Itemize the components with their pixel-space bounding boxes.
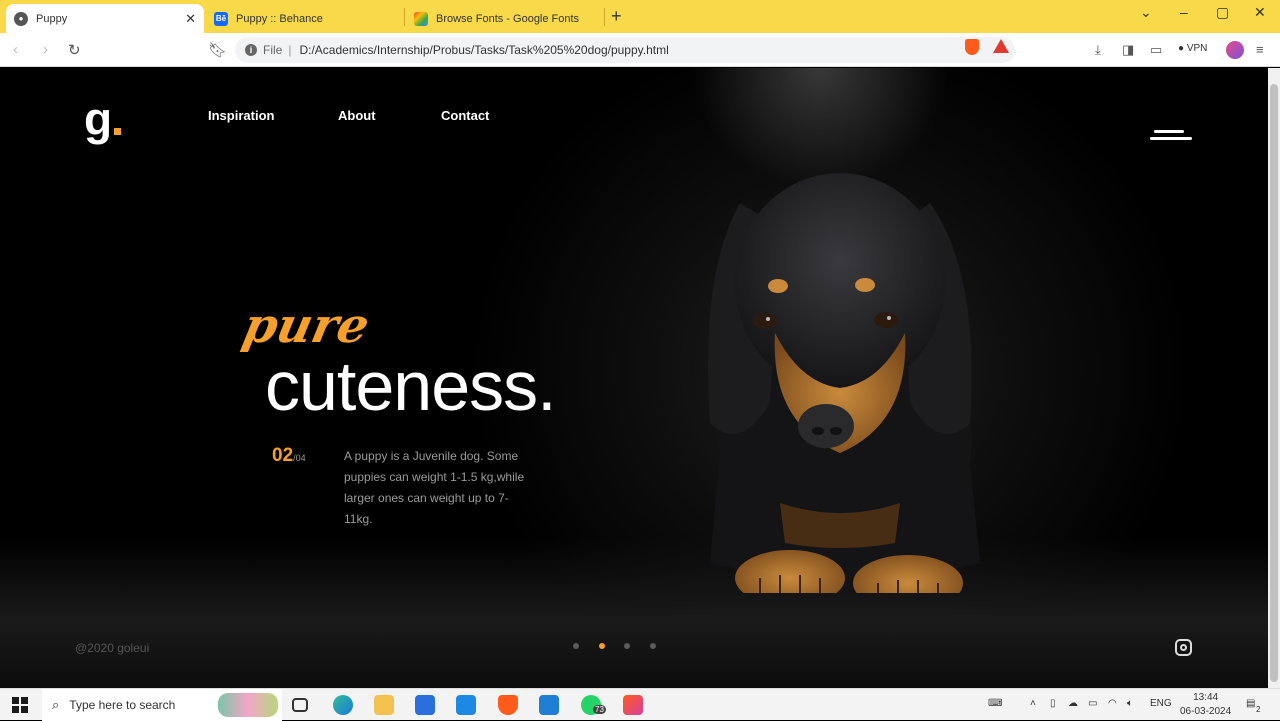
new-tab-icon[interactable]: + xyxy=(611,6,622,27)
address-bar[interactable]: i File | D:/Academics/Internship/Probus/… xyxy=(235,37,1015,63)
globe-icon: ● xyxy=(14,11,28,26)
language-indicator[interactable]: ENG xyxy=(1150,698,1172,709)
clock-date: 06-03-2024 xyxy=(1180,706,1232,717)
nav-about[interactable]: About xyxy=(338,108,376,123)
slide-current: 02 xyxy=(272,445,294,466)
url-text: D:/Academics/Internship/Probus/Tasks/Tas… xyxy=(299,43,669,57)
slide-counter: 02/04 xyxy=(272,445,306,467)
hamburger-menu-icon[interactable] xyxy=(1150,130,1192,146)
hero-kicker: pure xyxy=(238,298,375,354)
os-taskbar: ⌕ Type here to search 73 ⌨ ˄ ▯ ☁ ▭ ◠ 🔈︎ … xyxy=(0,688,1280,721)
chevron-up-icon[interactable]: ˄ xyxy=(1030,698,1036,709)
tab-google-fonts[interactable]: Browse Fonts - Google Fonts xyxy=(414,4,604,33)
clock-time: 13:44 xyxy=(1193,692,1219,703)
browser-tab-bar: ● Puppy ✕ Bē Puppy :: Behance Browse Fon… xyxy=(0,0,1280,33)
menu-icon[interactable]: ≡ xyxy=(1256,42,1264,57)
hero-title: cuteness. xyxy=(265,347,557,425)
taskbar-clock[interactable]: 13:44 06-03-2024 xyxy=(1180,691,1231,719)
device-icon[interactable]: ▯ xyxy=(1050,698,1056,709)
notification-icon[interactable]: ▤ xyxy=(1246,698,1255,709)
slider-dot[interactable] xyxy=(573,643,579,649)
maximize-icon[interactable]: ▢ xyxy=(1216,4,1229,21)
minimize-icon[interactable]: – xyxy=(1180,4,1188,20)
notification-count: 2 xyxy=(1256,705,1261,714)
holi-widget-icon[interactable] xyxy=(218,693,278,717)
sidebar-icon[interactable]: ◨ xyxy=(1122,42,1134,58)
search-placeholder: Type here to search xyxy=(69,698,176,712)
cloud-icon[interactable]: ☁ xyxy=(1068,698,1078,709)
browser-toolbar: ‹ › ↻ 🔖︎ i File | D:/Academics/Internshi… xyxy=(0,33,1280,67)
info-icon[interactable]: i xyxy=(245,44,257,56)
battery-icon[interactable]: ▭ xyxy=(1088,698,1097,709)
vpn-button[interactable]: ● VPN xyxy=(1178,43,1207,54)
floor-gradient xyxy=(0,538,1268,688)
window-close-icon[interactable]: ✕ xyxy=(1254,4,1266,21)
wallet-icon[interactable]: ▭ xyxy=(1150,42,1162,58)
whatsapp-badge: 73 xyxy=(593,705,606,714)
tab-label: Puppy :: Behance xyxy=(236,12,323,25)
search-icon: ⌕ xyxy=(52,697,60,712)
reload-icon[interactable]: ↻ xyxy=(68,41,81,59)
logo-dot xyxy=(114,128,122,135)
file-explorer-icon[interactable] xyxy=(374,695,394,715)
scheme-label: File xyxy=(263,43,283,57)
instagram-icon[interactable] xyxy=(1175,639,1192,656)
google-fonts-icon xyxy=(414,11,428,26)
address-separator: | xyxy=(288,43,292,57)
task-view-icon[interactable] xyxy=(292,698,308,712)
back-icon[interactable]: ‹ xyxy=(13,41,18,58)
vpn-label: VPN xyxy=(1186,43,1208,54)
web-page: g Inspiration About Contact pure cutenes… xyxy=(0,68,1268,688)
brave-active-icon[interactable] xyxy=(623,695,643,715)
tab-puppy[interactable]: ● Puppy ✕ xyxy=(6,4,204,33)
volume-icon[interactable]: 🔈︎ xyxy=(1127,698,1133,709)
copyright-text: @2020 goleui xyxy=(75,641,150,655)
slide-total: /04 xyxy=(293,453,306,463)
tab-label: Browse Fonts - Google Fonts xyxy=(436,12,580,25)
slider-dot-active[interactable] xyxy=(598,643,605,649)
hero-description: A puppy is a Juvenile dog. Some puppies … xyxy=(344,449,525,526)
tab-divider xyxy=(604,8,605,26)
logo-letter: g xyxy=(84,93,113,145)
brave-icon[interactable] xyxy=(498,695,518,715)
bookmark-icon[interactable]: 🔖︎ xyxy=(208,41,227,59)
behance-icon: Bē xyxy=(214,11,228,26)
brave-shield-icon[interactable] xyxy=(965,39,979,55)
windows-start-icon[interactable] xyxy=(12,697,28,713)
slider-dot[interactable] xyxy=(624,643,630,649)
download-icon[interactable]: ⤓ xyxy=(1095,42,1101,58)
keyboard-icon[interactable]: ⌨ xyxy=(988,698,1002,709)
brave-rewards-icon[interactable] xyxy=(993,39,1009,53)
tab-divider xyxy=(404,8,405,26)
forward-icon[interactable]: › xyxy=(43,41,48,58)
vscode-icon[interactable] xyxy=(539,695,559,715)
tab-behance[interactable]: Bē Puppy :: Behance xyxy=(214,4,404,33)
slider-dot[interactable] xyxy=(649,643,656,649)
puppy-image xyxy=(708,173,980,593)
scrollbar-thumb[interactable] xyxy=(1270,84,1278,682)
edge-icon[interactable] xyxy=(333,695,353,715)
wifi-icon[interactable]: ◠ xyxy=(1108,698,1117,709)
nav-inspiration[interactable]: Inspiration xyxy=(208,108,274,123)
chevron-down-icon[interactable]: ⌄ xyxy=(1140,4,1152,21)
store-icon[interactable] xyxy=(415,695,435,715)
mail-icon[interactable] xyxy=(456,695,476,715)
slider-dots xyxy=(573,643,656,649)
page-scrollbar[interactable] xyxy=(1268,68,1280,688)
profile-avatar[interactable] xyxy=(1226,41,1244,59)
close-icon[interactable]: ✕ xyxy=(185,11,196,27)
tab-label: Puppy xyxy=(36,12,68,25)
site-logo[interactable]: g xyxy=(84,93,122,145)
nav-contact[interactable]: Contact xyxy=(441,108,489,123)
